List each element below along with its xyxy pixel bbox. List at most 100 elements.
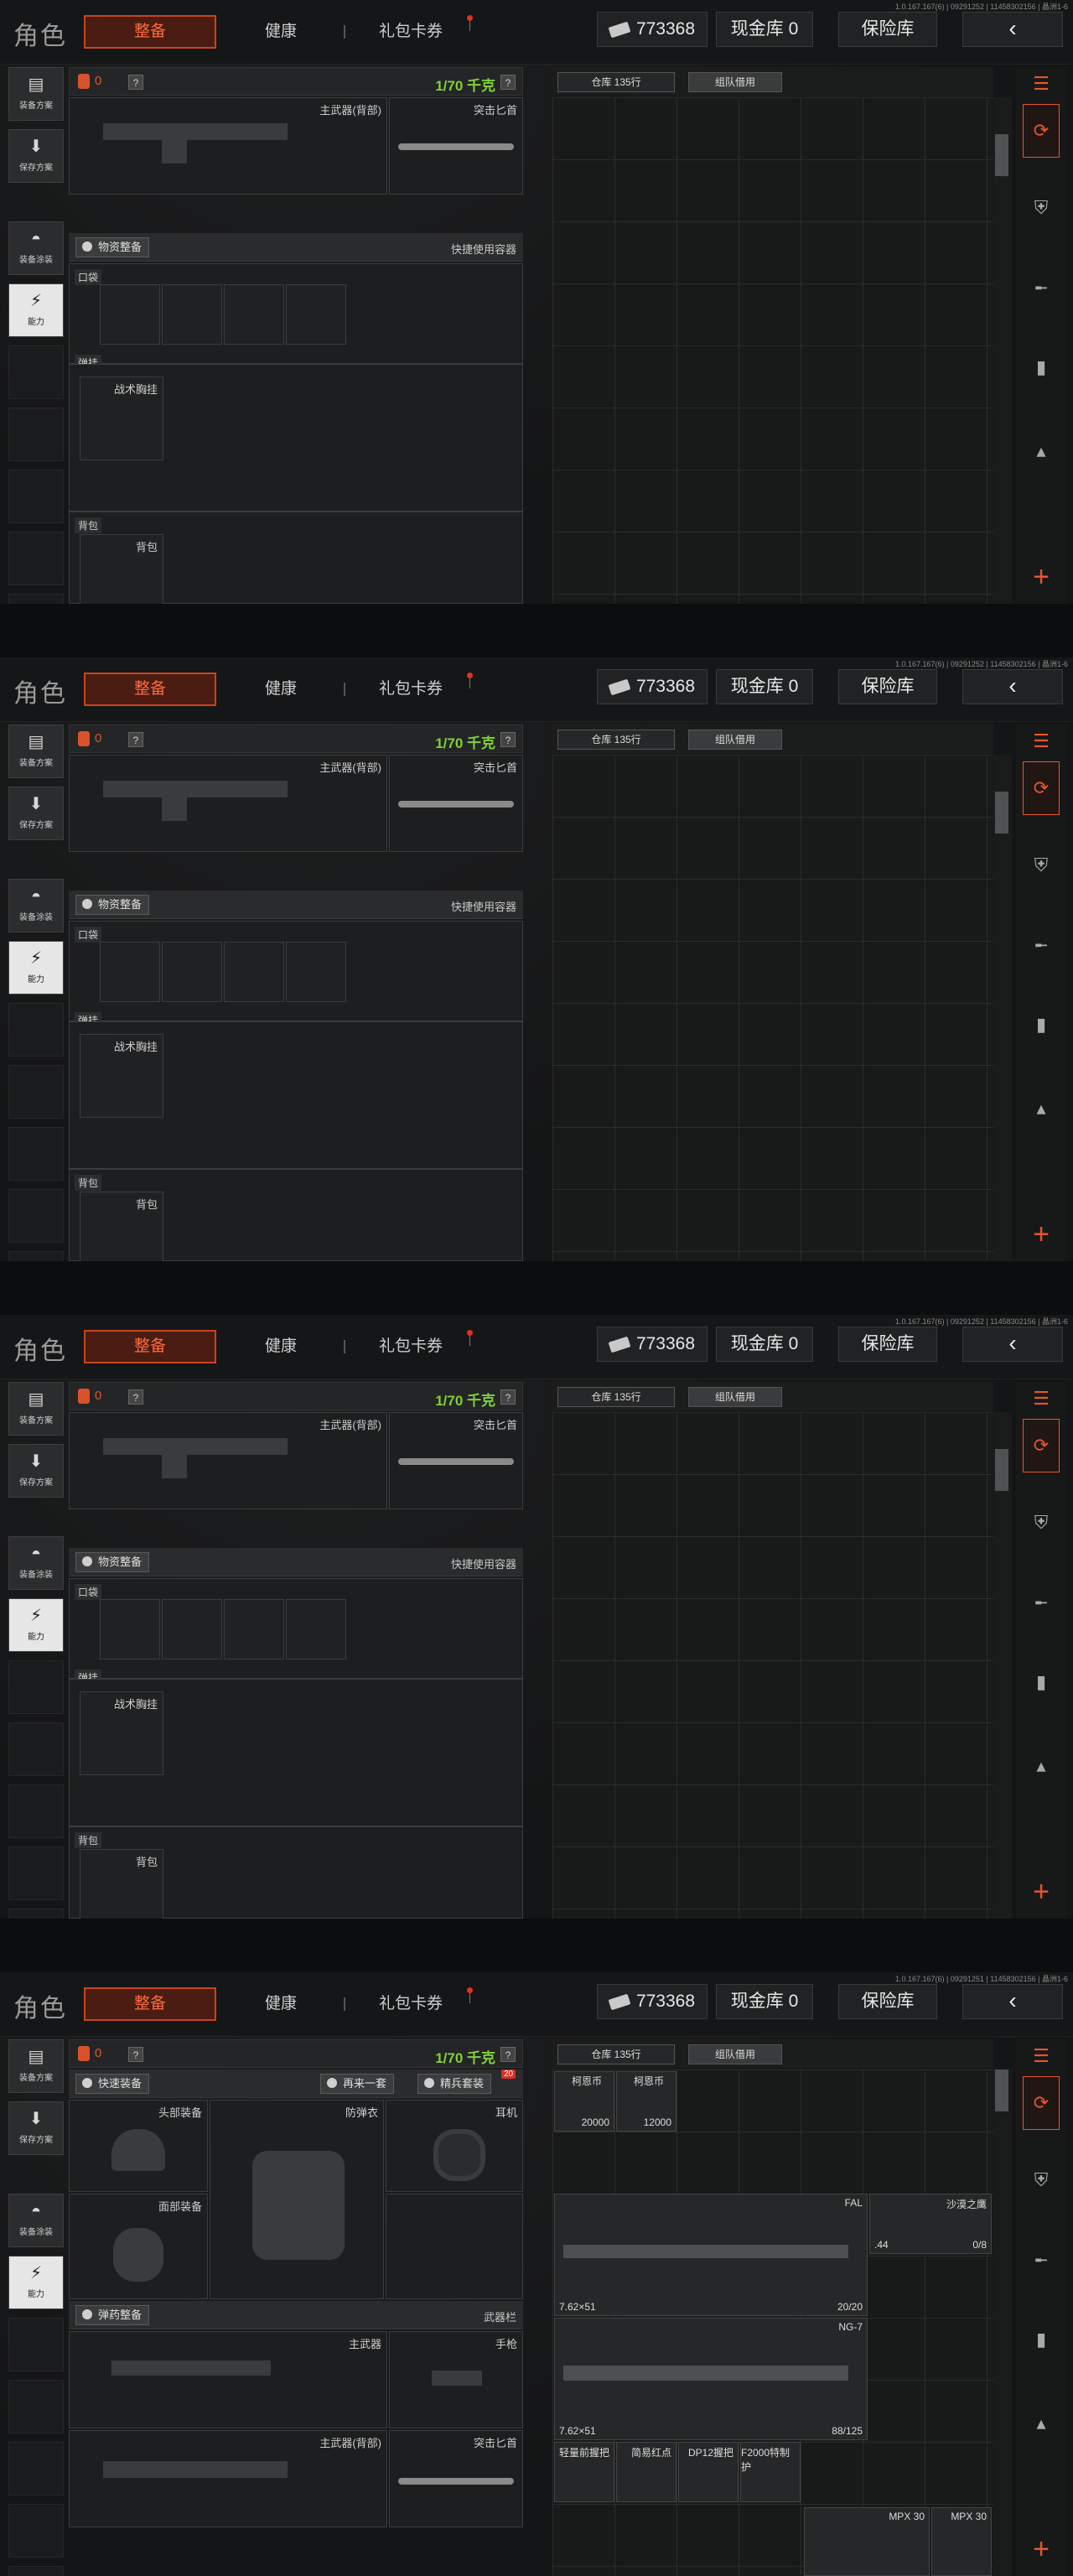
tab-health[interactable]: 健康 xyxy=(235,1987,327,2021)
team-borrow-tab[interactable]: 组队借用 xyxy=(688,730,782,750)
ng7-item[interactable]: NG-7 7.62×51 88/125 xyxy=(554,2318,868,2440)
pocket-cell[interactable] xyxy=(286,942,346,1002)
ammo-category-icon[interactable]: ▴ xyxy=(1019,428,1063,475)
primary-slot[interactable]: 主武器 xyxy=(69,2331,387,2428)
paint-button[interactable]: ◓ 装备涂装 xyxy=(8,1536,64,1590)
stack-icon[interactable]: ☰ xyxy=(1019,2041,1063,2071)
attachment-item[interactable]: 轻量前握把 xyxy=(554,2442,614,2502)
armor-plan-button[interactable]: ▤ 装备方案 xyxy=(8,2039,64,2093)
knife-slot[interactable]: 突击匕首 xyxy=(389,1412,523,1509)
armor-slot[interactable]: 防弹衣 xyxy=(210,2100,384,2299)
pocket-cell[interactable] xyxy=(224,942,284,1002)
magazine-category-icon[interactable]: ▮ xyxy=(1019,1001,1063,1048)
warehouse-grid[interactable] xyxy=(552,97,993,604)
help-icon[interactable]: ? xyxy=(128,1389,143,1405)
knife-slot[interactable]: 突击匕首 xyxy=(389,97,523,195)
pocket-cell[interactable] xyxy=(100,284,160,345)
elite-set-button[interactable]: 精兵套装 xyxy=(417,2074,492,2094)
armor-plan-button[interactable]: ▤ 装备方案 xyxy=(8,67,64,121)
ammo-button[interactable]: 弹药整备 xyxy=(75,2305,150,2325)
team-borrow-tab[interactable]: 组队借用 xyxy=(688,1387,782,1407)
armor-category-icon[interactable]: ⛨ xyxy=(1019,1499,1063,1546)
pocket-cell[interactable] xyxy=(224,1599,284,1659)
ear-slot[interactable]: 耳机 xyxy=(386,2100,523,2192)
category-all[interactable]: ⟳ xyxy=(1023,104,1060,158)
help-icon[interactable]: ? xyxy=(128,75,143,90)
magazine-category-icon[interactable]: ▮ xyxy=(1019,344,1063,391)
empty-gear-slot[interactable] xyxy=(386,2194,523,2299)
safe-vault-button[interactable]: 保险库 xyxy=(838,1984,937,2019)
rig-slot[interactable]: 战术胸挂 xyxy=(80,1034,163,1118)
rifle-category-icon[interactable]: ╾ xyxy=(1019,922,1063,969)
backpack-slot[interactable]: 背包 xyxy=(80,1849,163,1919)
scrollbar-thumb[interactable] xyxy=(995,134,1008,176)
primary-back-slot[interactable]: 主武器(背部) xyxy=(69,1412,387,1509)
cash-vault-button[interactable]: 现金库 0 xyxy=(716,669,813,704)
backpack-slot[interactable]: 背包 xyxy=(80,1192,163,1261)
ammo-category-icon[interactable]: ▴ xyxy=(1019,1085,1063,1132)
save-plan-button[interactable]: ⬇ 保存方案 xyxy=(8,129,64,183)
tab-equip[interactable]: 整备 xyxy=(84,15,216,49)
armor-plan-button[interactable]: ▤ 装备方案 xyxy=(8,724,64,778)
fal-item[interactable]: FAL 7.62×51 20/20 xyxy=(554,2194,868,2316)
add-icon[interactable]: + xyxy=(1019,2526,1063,2573)
attachment-item[interactable]: F2000特制护 xyxy=(740,2442,801,2502)
help-icon[interactable]: ? xyxy=(500,2047,516,2062)
pocket-cell[interactable] xyxy=(224,284,284,345)
pocket-cell[interactable] xyxy=(162,1599,222,1659)
pocket-cell[interactable] xyxy=(286,284,346,345)
stack-icon[interactable]: ☰ xyxy=(1019,1384,1063,1414)
rig-slot[interactable]: 战术胸挂 xyxy=(80,377,163,460)
save-plan-button[interactable]: ⬇ 保存方案 xyxy=(8,787,64,840)
add-icon[interactable]: + xyxy=(1019,1868,1063,1915)
supplies-button[interactable]: 物资整备 xyxy=(75,1552,150,1572)
tab-health[interactable]: 健康 xyxy=(235,15,327,49)
armor-category-icon[interactable]: ⛨ xyxy=(1019,184,1063,231)
safe-vault-button[interactable]: 保险库 xyxy=(838,12,937,47)
knife-slot[interactable]: 突击匕首 xyxy=(389,755,523,852)
knife-slot[interactable]: 突击匕首 xyxy=(389,2430,523,2527)
buy-again-button[interactable]: 再来一套 xyxy=(320,2074,395,2094)
armor-category-icon[interactable]: ⛨ xyxy=(1019,842,1063,889)
coin-item[interactable]: 柯恩币 20000 xyxy=(554,2071,614,2132)
ability-button[interactable]: ⚡ 能力 xyxy=(8,941,64,995)
paint-button[interactable]: ◓ 装备涂装 xyxy=(8,2194,64,2247)
help-icon[interactable]: ? xyxy=(128,732,143,747)
ability-button[interactable]: ⚡ 能力 xyxy=(8,2256,64,2309)
team-borrow-tab[interactable]: 组队借用 xyxy=(688,2044,782,2064)
warehouse-tab[interactable]: 仓库 135行 xyxy=(557,72,675,92)
back-button[interactable]: ‹ xyxy=(962,1327,1063,1362)
armor-plan-button[interactable]: ▤ 装备方案 xyxy=(8,1382,64,1436)
scrollbar-thumb[interactable] xyxy=(995,1449,1008,1491)
scrollbar-thumb[interactable] xyxy=(995,792,1008,834)
add-icon[interactable]: + xyxy=(1019,1211,1063,1258)
cash-vault-button[interactable]: 现金库 0 xyxy=(716,12,813,47)
quick-equip-button[interactable]: 快速装备 xyxy=(75,2074,150,2094)
ammo-category-icon[interactable]: ▴ xyxy=(1019,2400,1063,2447)
primary-back-slot[interactable]: 主武器(背部) xyxy=(69,2430,387,2527)
tab-gift-cards[interactable]: 礼包卡券 xyxy=(360,673,461,706)
pocket-cell[interactable] xyxy=(162,284,222,345)
tab-equip[interactable]: 整备 xyxy=(84,673,216,706)
ability-button[interactable]: ⚡ 能力 xyxy=(8,1598,64,1652)
back-button[interactable]: ‹ xyxy=(962,12,1063,47)
attachment-item[interactable]: DP12握把 xyxy=(678,2442,739,2502)
pocket-cell[interactable] xyxy=(286,1599,346,1659)
ability-button[interactable]: ⚡ 能力 xyxy=(8,283,64,337)
rifle-category-icon[interactable]: ╾ xyxy=(1019,1580,1063,1627)
face-slot[interactable]: 面部装备 xyxy=(69,2194,208,2299)
primary-back-slot[interactable]: 主武器(背部) xyxy=(69,755,387,852)
pocket-cell[interactable] xyxy=(100,1599,160,1659)
pocket-cell[interactable] xyxy=(162,942,222,1002)
tab-health[interactable]: 健康 xyxy=(235,1330,327,1363)
attachment-item[interactable]: 简易红点 xyxy=(616,2442,676,2502)
tab-equip[interactable]: 整备 xyxy=(84,1987,216,2021)
help-icon[interactable]: ? xyxy=(500,75,516,90)
help-icon[interactable]: ? xyxy=(500,732,516,747)
cash-vault-button[interactable]: 现金库 0 xyxy=(716,1984,813,2019)
rifle-category-icon[interactable]: ╾ xyxy=(1019,2237,1063,2284)
warehouse-tab[interactable]: 仓库 135行 xyxy=(557,1387,675,1407)
paint-button[interactable]: ◓ 装备涂装 xyxy=(8,879,64,932)
paint-button[interactable]: ◓ 装备涂装 xyxy=(8,221,64,275)
back-button[interactable]: ‹ xyxy=(962,669,1063,704)
